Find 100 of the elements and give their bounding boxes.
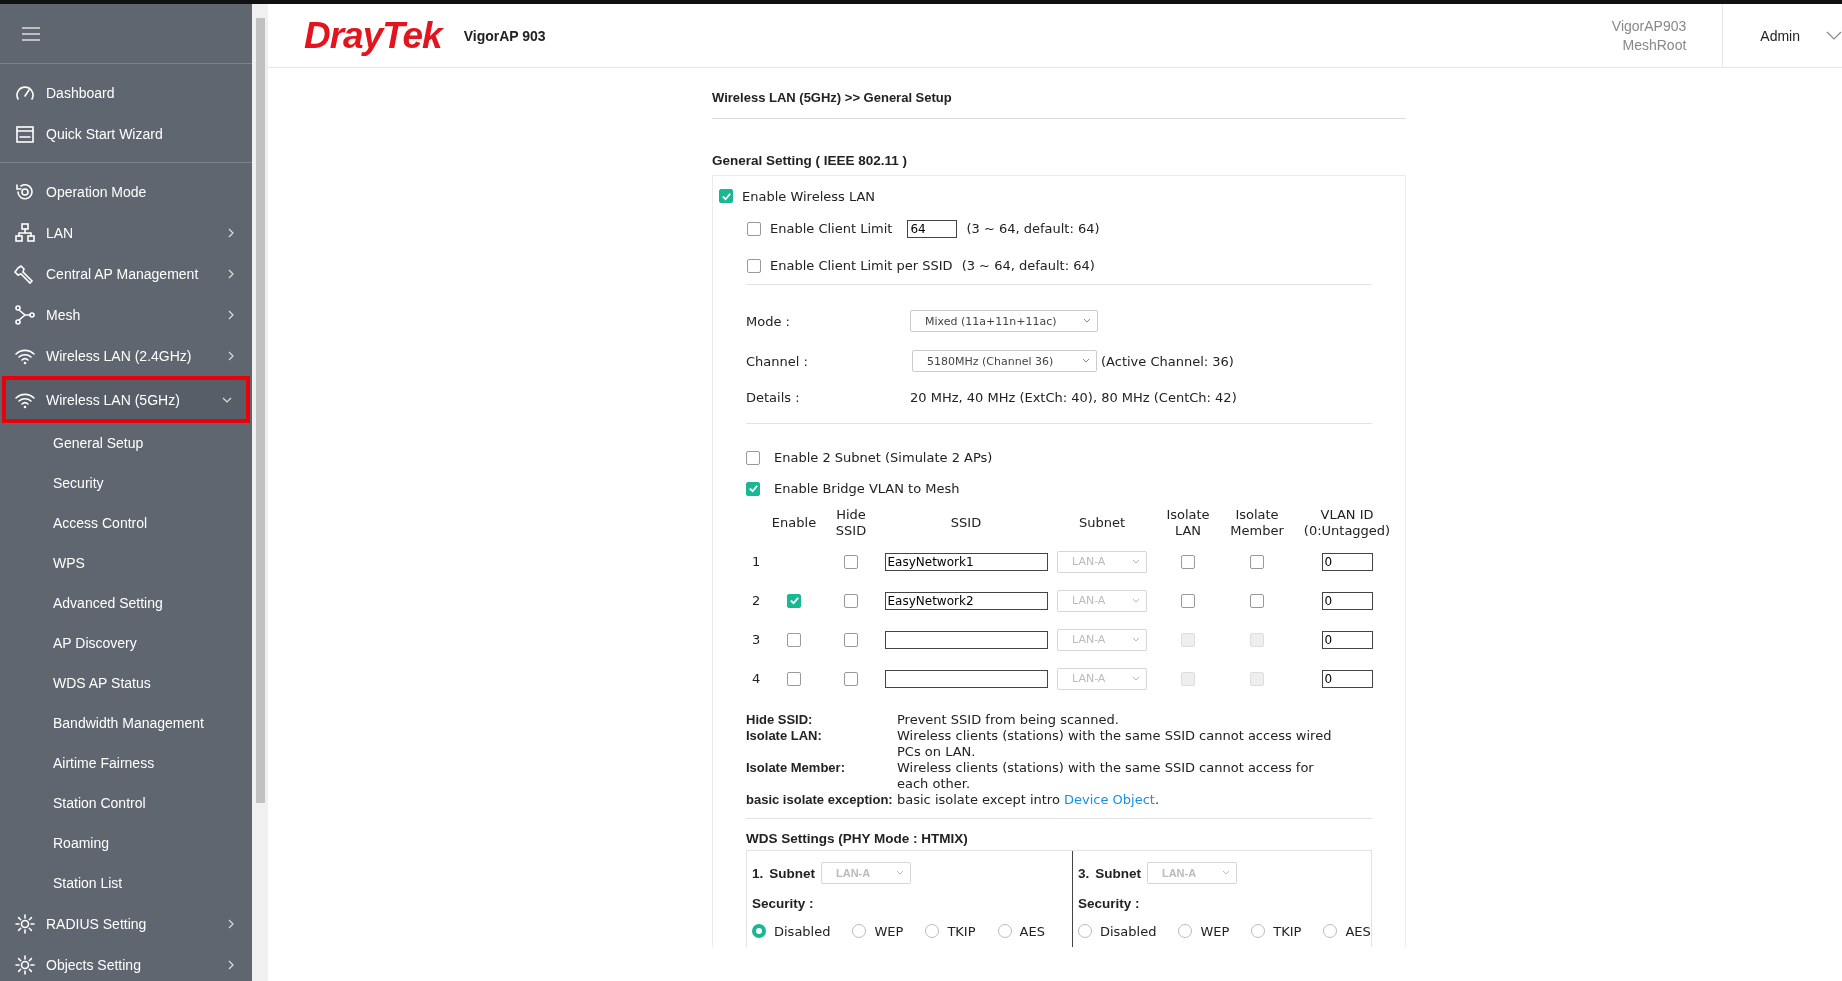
menu-icon[interactable]: [20, 25, 42, 42]
vlan-id-field[interactable]: 0: [1321, 552, 1373, 571]
sidebar-item[interactable]: LAN: [2, 212, 250, 253]
submenu-item[interactable]: Bandwidth Management: [0, 703, 252, 743]
device-object-link[interactable]: Device Object: [1064, 792, 1155, 807]
submenu-item[interactable]: Airtime Fairness: [0, 743, 252, 783]
ssid-field[interactable]: EasyNetwork1: [884, 552, 1048, 571]
note-term: Isolate Member:: [746, 760, 846, 777]
checkbox-label: Enable 2 Subnet (Simulate 2 APs): [774, 450, 993, 465]
sidebar-item[interactable]: Wireless LAN (2.4GHz): [2, 335, 250, 376]
radio-label: TKIP: [947, 923, 976, 939]
submenu-item[interactable]: WPS: [0, 543, 252, 583]
device-role: MeshRoot: [1622, 35, 1687, 55]
column-header: Hide SSID: [834, 506, 868, 540]
breadcrumb: Wireless LAN (5GHz) >> General Setup: [712, 90, 1406, 119]
sidebar-item[interactable]: Operation Mode: [2, 171, 250, 212]
column-header: Isolate Member: [1229, 506, 1285, 540]
row-number: 2: [751, 592, 762, 610]
checkbox[interactable]: [787, 593, 801, 608]
vlan-id-field[interactable]: 0: [1321, 630, 1373, 649]
ssid-field[interactable]: [884, 630, 1048, 649]
checkbox[interactable]: [787, 632, 801, 647]
note-text: Wireless clients (stations) with the same SSID cannot access wired PCs on LAN.: [897, 728, 1333, 760]
checkbox-label: Enable Client Limit per SSID: [770, 258, 953, 273]
submenu-item[interactable]: Roaming: [0, 823, 252, 863]
checkbox[interactable]: [787, 671, 801, 686]
checkbox-label: Enable Wireless LAN: [742, 188, 876, 204]
checkbox[interactable]: [844, 593, 858, 608]
checkbox[interactable]: [844, 554, 858, 569]
dropdown[interactable]: Mixed (11a+11n+11ac): [910, 310, 1098, 332]
sidebar-item[interactable]: Mesh: [2, 294, 250, 335]
submenu-item[interactable]: WDS AP Status: [0, 663, 252, 703]
radio-button[interactable]: [1178, 924, 1193, 938]
radio-button[interactable]: [852, 924, 867, 938]
field-label: Mode :: [746, 312, 791, 331]
field-label: Details :: [746, 388, 801, 407]
note-text: basic isolate except intro Device Object.: [897, 792, 1161, 808]
radio-button[interactable]: [997, 924, 1012, 938]
note-text: Prevent SSID from being scanned.: [897, 712, 1120, 728]
radio-button[interactable]: [752, 924, 766, 938]
radio-button[interactable]: [1077, 924, 1092, 938]
sidebar-item[interactable]: RADIUS Setting: [2, 903, 250, 944]
note-term: basic isolate exception:: [746, 792, 894, 808]
ssid-field[interactable]: [884, 669, 1048, 688]
sidebar-item[interactable]: Dashboard: [2, 72, 250, 113]
submenu-item[interactable]: Access Control: [0, 503, 252, 543]
checkbox[interactable]: [1181, 593, 1195, 608]
channel-note: (Active Channel: 36): [1101, 353, 1234, 369]
caret-icon: [1132, 558, 1140, 565]
radio-label: Disabled: [1099, 923, 1157, 939]
checkbox[interactable]: [1181, 554, 1195, 569]
dropdown[interactable]: 5180MHz (Channel 36): [912, 350, 1097, 372]
submenu-item[interactable]: Station Control: [0, 783, 252, 823]
submenu-item[interactable]: Advanced Setting: [0, 583, 252, 623]
scrollbar[interactable]: [252, 4, 268, 981]
checkbox[interactable]: [844, 632, 858, 647]
radio-button[interactable]: [925, 924, 940, 938]
checkbox[interactable]: [747, 221, 761, 236]
branch-icon: [14, 303, 36, 326]
model-name: VigorAP 903: [463, 27, 547, 44]
sidebar-item[interactable]: Central AP Management: [2, 253, 250, 294]
client-limit-field[interactable]: 64: [907, 219, 958, 238]
sidebar-item[interactable]: Objects Setting: [2, 944, 250, 981]
checkbox[interactable]: [746, 450, 760, 465]
caret-icon: [1132, 636, 1140, 643]
checkbox-label: Enable Bridge VLAN to Mesh: [774, 481, 960, 496]
ssid-field[interactable]: EasyNetwork2: [884, 591, 1048, 610]
sidebar-item[interactable]: Wireless LAN (5GHz): [2, 376, 250, 423]
submenu-item[interactable]: General Setup: [0, 423, 252, 463]
hint-text: (3 ~ 64, default: 64): [961, 258, 1095, 273]
checkbox[interactable]: [1250, 593, 1264, 608]
row-number: 3: [751, 631, 762, 649]
checkbox[interactable]: [1250, 554, 1264, 569]
checkbox[interactable]: [719, 189, 733, 203]
caret-icon: [1083, 318, 1091, 324]
device-name: VigorAP903: [1611, 16, 1687, 36]
note-text: Wireless clients (stations) with the same SSID cannot access for each other.: [897, 760, 1315, 792]
checkbox[interactable]: [746, 481, 760, 496]
row-number: 1: [751, 553, 762, 571]
panel-number: 3.: [1077, 865, 1090, 881]
submenu-item[interactable]: AP Discovery: [0, 623, 252, 663]
user-menu[interactable]: Admin: [1760, 27, 1800, 44]
radio-label: TKIP: [1273, 923, 1302, 939]
checkbox-label: Enable Client Limit: [770, 221, 893, 236]
submenu-item[interactable]: Security: [0, 463, 252, 503]
caret-icon: [1132, 597, 1140, 604]
column-header: Isolate LAN: [1165, 506, 1211, 540]
checkbox[interactable]: [844, 671, 858, 686]
submenu-item[interactable]: Station List: [0, 863, 252, 903]
vlan-id-field[interactable]: 0: [1321, 591, 1373, 610]
radio-button[interactable]: [1251, 924, 1266, 938]
brand-logo: DrayTek: [304, 14, 442, 57]
vlan-id-field[interactable]: 0: [1321, 669, 1373, 688]
section-title: General Setting ( IEEE 802.11 ): [712, 153, 909, 168]
caret-icon: [1082, 358, 1090, 364]
gear-icon: [14, 953, 36, 976]
radio-button[interactable]: [1323, 924, 1338, 938]
radio-label: Disabled: [774, 923, 831, 939]
sidebar-item[interactable]: Quick Start Wizard: [2, 113, 250, 154]
checkbox[interactable]: [747, 258, 761, 273]
